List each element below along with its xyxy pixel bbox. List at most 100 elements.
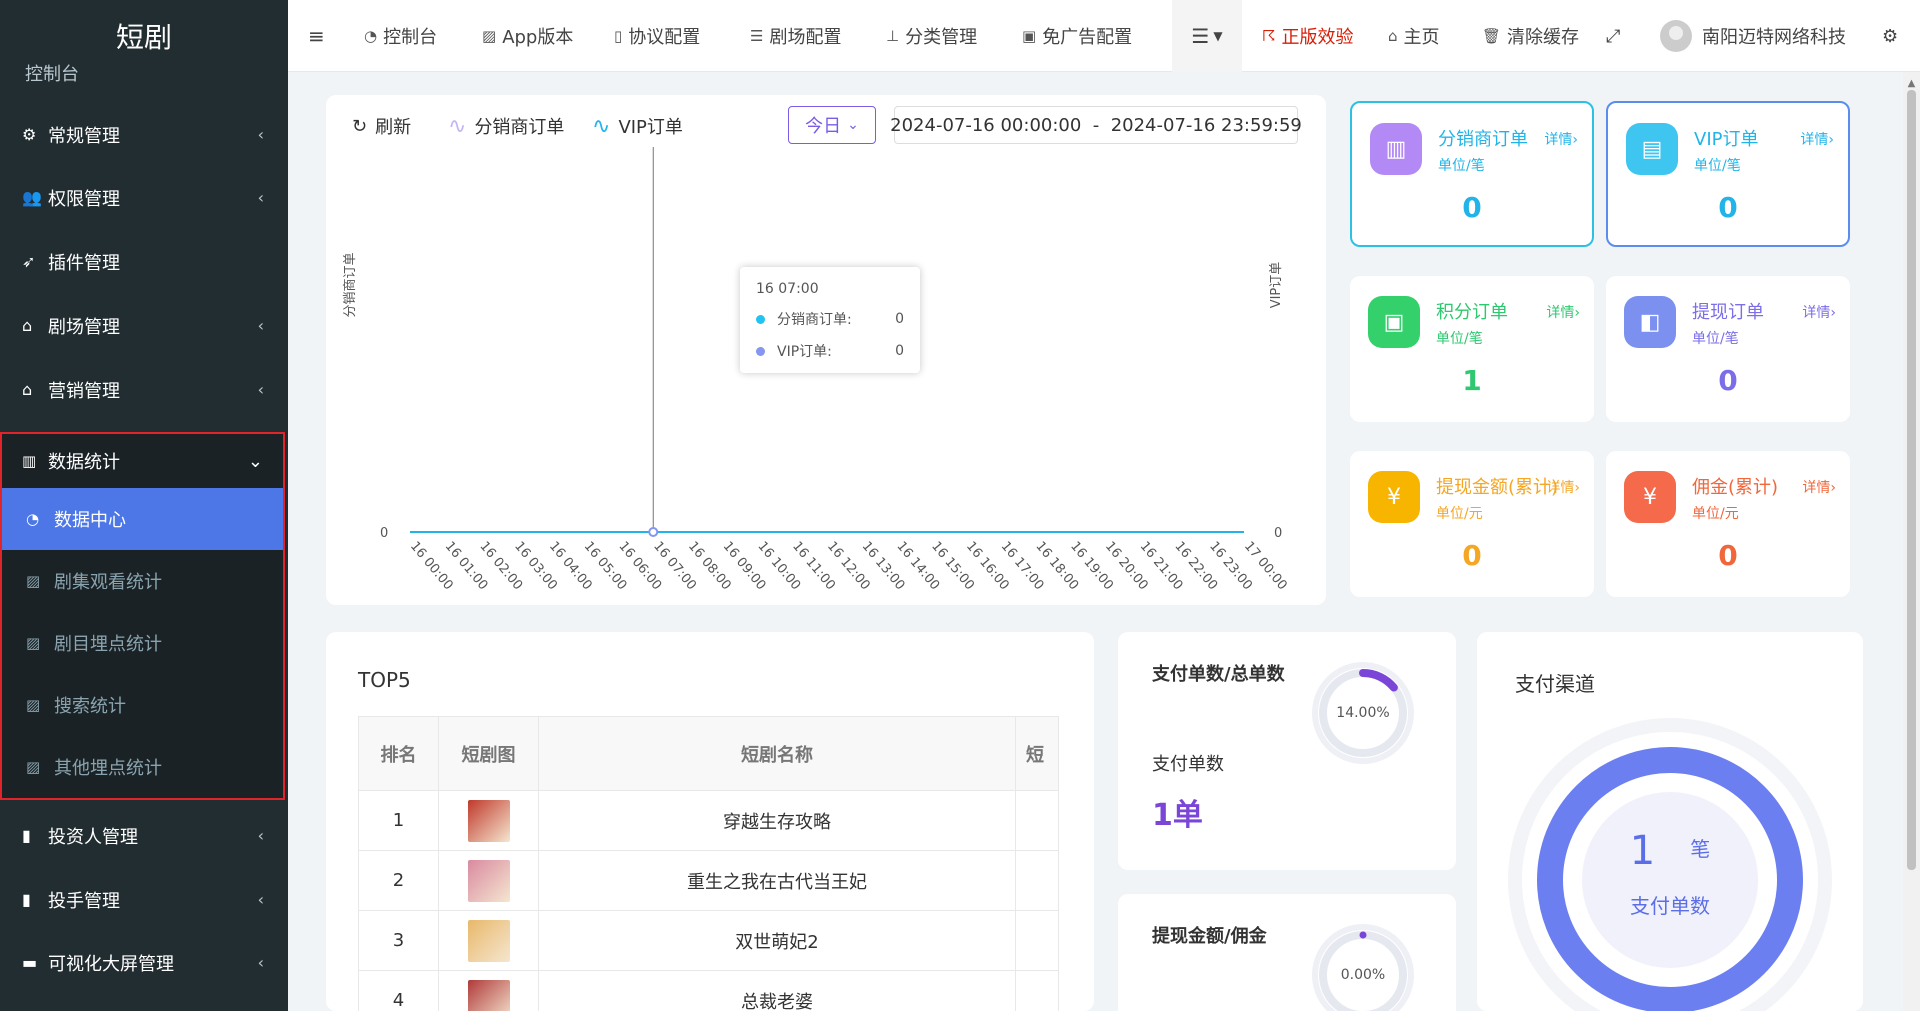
channel-value-row: 1 笔 [1477,828,1863,874]
sidebar-item-theater[interactable]: ⌂ 剧场管理 ‹ [0,294,288,357]
sidebar-item-label: 可视化大屏管理 [48,953,174,975]
sidebar-item-general[interactable]: ⚙ 常规管理 ‹ [0,103,288,166]
stat-unit: 单位/笔 [1692,331,1739,347]
table-row[interactable]: 2 重生之我在古代当王妃 [358,850,1059,911]
dashboard-icon: ◔ [364,27,378,45]
stat-title: 佣金(累计) [1692,477,1779,498]
nav-license-verify[interactable]: ☈ 正版效验 [1262,0,1353,72]
nav-label: App版本 [502,27,574,48]
pay-ratio-title: 支付单数/总单数 [1152,664,1285,685]
y-tick-label-left: 0 [380,526,388,541]
nav-label: 协议配置 [628,27,701,48]
stat-unit: 单位/笔 [1438,158,1485,174]
stat-detail-link[interactable]: 详情› [1546,302,1580,322]
orders-chart-panel: ↻ 刷新 ∿ 分销商订单 ∿ VIP订单 今日 ⌄ 2024-07-16 00:00:0… [326,95,1326,605]
drama-thumbnail [467,979,510,1011]
sidebar-item-partial[interactable]: 控制台 [25,60,79,86]
chart-tooltip: 16 07:00 分销商订单: 0 VIP订单: 0 [740,267,920,373]
home-icon: ⌂ [22,380,33,399]
stat-unit: 单位/元 [1692,506,1739,522]
tooltip-label: VIP订单: [777,344,832,360]
sidebar-item-pitchers[interactable]: ▮ 投手管理 ‹ [0,868,288,931]
sidebar-item-plugins[interactable]: ➶ 插件管理 [0,230,288,293]
user-menu[interactable]: 南阳迈特网络科技 [1660,0,1846,72]
pay-count-value: 1单 [1152,798,1203,833]
sidebar-item-drama-tracking[interactable]: ▨ 剧目埋点统计 [2,612,283,674]
chevron-left-icon: ‹ [257,890,264,909]
extra-cell [1015,970,1059,1011]
stat-detail-link[interactable]: 详情› [1802,477,1836,497]
sidebar-item-other-tracking[interactable]: ▨ 其他埋点统计 [2,736,283,798]
sidebar-item-data-center[interactable]: ◔ 数据中心 [2,488,283,550]
nav-agreement-config[interactable]: ▯ 协议配置 [614,0,700,72]
sidebar-item-stats[interactable]: ▥ 数据统计 ⌄ [2,434,283,488]
chevron-left-icon: ‹ [257,826,264,845]
sidebar-item-label: 营销管理 [48,380,120,402]
nav-adfree-config[interactable]: ▣ 免广告配置 [1022,0,1132,72]
bar-chart-icon: ▥ [22,452,37,470]
settings-button[interactable]: ⚙ [1882,0,1898,72]
table-row[interactable]: 4 总裁老婆 [358,970,1059,1011]
stat-detail-link[interactable]: 详情› [1544,129,1578,149]
channel-donut [1508,718,1832,1011]
stat-card: ¥ 提现金额(累计) 单位/元 详情› 0 [1350,451,1594,597]
pay-ratio-panel: 支付单数/总单数 14.00% 支付单数 1单 [1118,632,1456,870]
thumb-cell [438,970,539,1011]
sidebar-item-label: 其他埋点统计 [54,758,162,779]
column-header: 排名 [358,716,439,791]
stat-detail-link[interactable]: 详情› [1802,302,1836,322]
thumb-cell [438,850,539,911]
page-scrollbar[interactable]: ▲ [1903,72,1920,1011]
sidebar-item-search-stats[interactable]: ▨ 搜索统计 [2,674,283,736]
stat-detail-link[interactable]: 详情› [1800,129,1834,149]
thumb-cell [438,790,539,851]
table-row[interactable]: 3 双世萌妃2 [358,910,1059,971]
sidebar-item-episode-stats[interactable]: ▨ 剧集观看统计 [2,550,283,612]
nav-app-version[interactable]: ▨ App版本 [482,0,573,72]
dashboard-icon: ◔ [26,510,40,528]
tooltip-label: 分销商订单: [777,312,852,328]
sidebar-item-marketing[interactable]: ⌂ 营销管理 ‹ [0,358,288,421]
nav-category[interactable]: ⊥ 分类管理 [886,0,977,72]
sidebar-item-investors[interactable]: ▮ 投资人管理 ‹ [0,804,288,867]
scrollbar-thumb[interactable] [1907,90,1916,870]
sidebar-item-permissions[interactable]: 👥 权限管理 ‹ [0,166,288,229]
sidebar-toggle-button[interactable]: ≡ [308,0,325,72]
avatar [1660,20,1692,52]
sidebar-item-label: 搜索统计 [54,696,126,717]
channel-value: 1 [1629,828,1656,874]
extra-cell [1015,850,1059,911]
nav-home[interactable]: ⌂ 主页 [1388,0,1440,72]
nav-dashboard[interactable]: ◔ 控制台 [364,0,437,72]
y-axis-label-left: 分销商订单 [343,252,358,317]
withdraw-ratio-ring: 0.00% [1308,920,1418,1011]
drama-thumbnail [467,859,510,902]
sidebar: 短剧 控制台 ⚙ 常规管理 ‹ 👥 权限管理 ‹ ➶ 插件管理 ⌂ 剧场管理 ‹… [0,0,288,1011]
nav-theater-config[interactable]: ☰ 剧场配置 [750,0,841,72]
user-name: 南阳迈特网络科技 [1702,27,1846,48]
sliders-icon: ☰ [750,27,764,45]
sidebar-item-label: 投资人管理 [48,826,138,848]
scroll-up-icon[interactable]: ▲ [1903,78,1920,89]
name-cell: 双世萌妃2 [538,910,1016,971]
stat-title: VIP订单 [1694,129,1759,150]
stat-title: 提现金额(累计) [1436,477,1559,498]
id-card-icon: ▮ [22,826,31,845]
stat-card: ¥ 佣金(累计) 单位/元 详情› 0 [1606,451,1850,597]
chevron-left-icon: ‹ [257,188,264,207]
expand-icon: ⤢ [1606,25,1621,47]
stat-title: 分销商订单 [1438,129,1528,150]
column-header: 短剧图 [438,716,539,791]
drama-thumbnail [467,799,510,842]
table-row[interactable]: 1 穿越生存攻略 [358,790,1059,851]
stat-unit: 单位/元 [1436,506,1483,522]
nav-more-dropdown[interactable]: ☰ ▼ [1172,0,1242,72]
stat-detail-link[interactable]: 详情› [1546,477,1580,497]
sidebar-item-bigscreen[interactable]: ▬ 可视化大屏管理 ‹ [0,931,288,994]
fullscreen-button[interactable]: ⤢ [1606,0,1620,72]
gears-icon: ⚙ [1882,25,1899,47]
tooltip-row: 分销商订单: 0 [756,309,904,329]
sidebar-item-label: 剧集观看统计 [54,572,162,593]
extra-cell [1015,910,1059,971]
nav-clear-cache[interactable]: 🗑 清除缓存 [1482,0,1579,72]
